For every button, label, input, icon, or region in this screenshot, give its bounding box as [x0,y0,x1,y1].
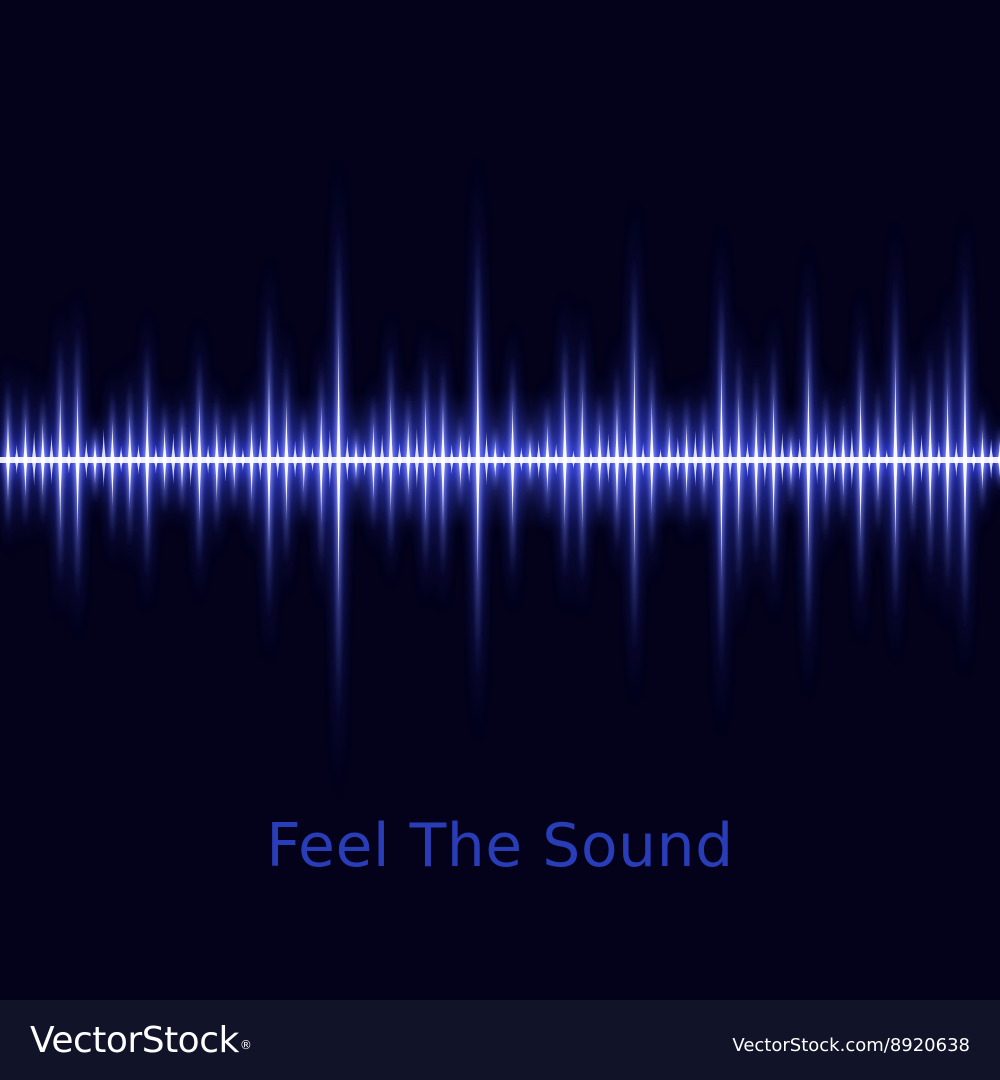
image-id-text: VectorStock.com/8920638 [732,1035,970,1056]
vectorstock-logo: VectorStock® [30,1018,252,1064]
watermark-footer: VectorStock® VectorStock.com/8920638 [0,1000,1000,1080]
registered-mark: ® [239,1038,252,1052]
brand-name: VectorStock [30,1020,239,1061]
tagline-text: Feel The Sound [266,811,734,881]
artwork-canvas: Feel The Sound [0,0,1000,1000]
